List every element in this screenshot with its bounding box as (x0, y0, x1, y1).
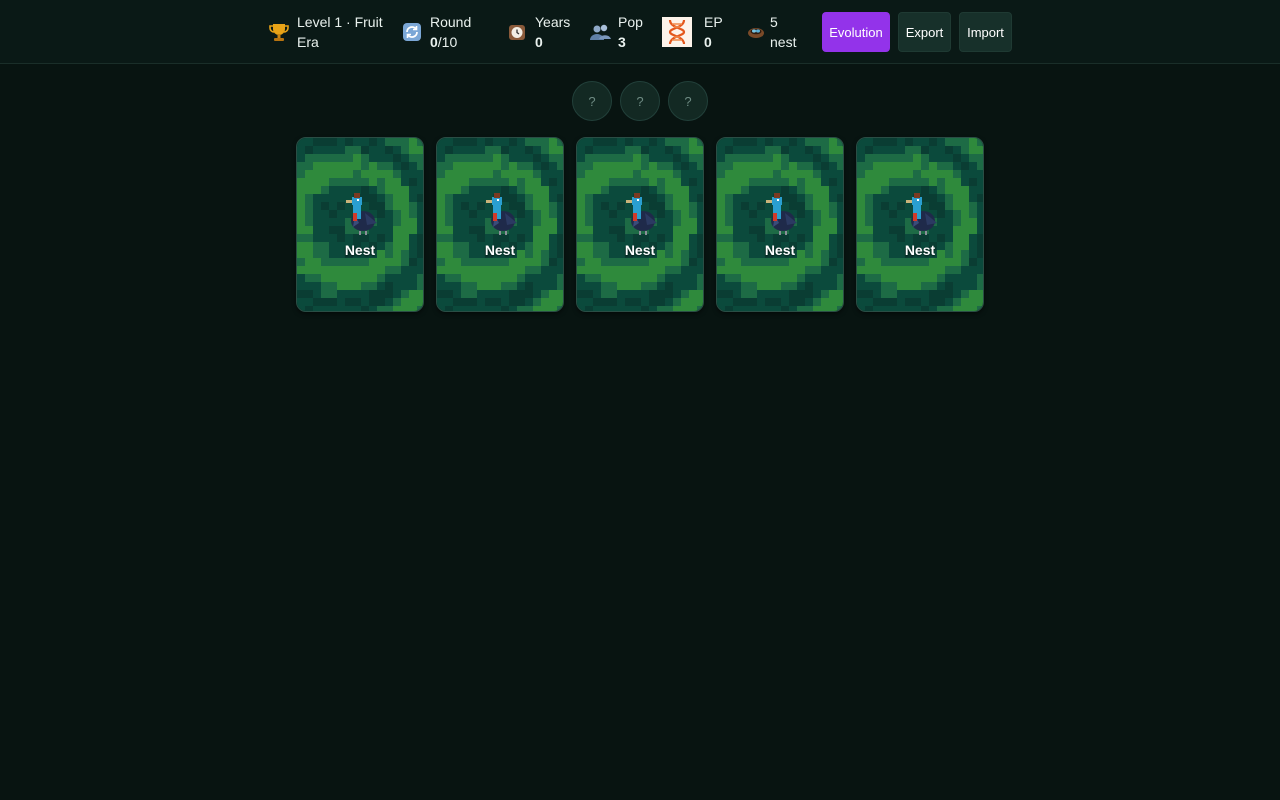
card-label: Nest (764, 242, 796, 258)
nest-count: 5 (770, 14, 778, 30)
ep-stat: EP 0 (662, 12, 723, 52)
card-label: Nest (904, 242, 936, 258)
cycle-icon (400, 12, 424, 52)
trophy-icon (267, 12, 291, 52)
years-value: 0 (535, 34, 543, 50)
nest-card[interactable]: Nest (856, 137, 984, 312)
round-current: 0 (430, 34, 438, 50)
round-label: Round (430, 14, 472, 30)
bird-icon (761, 191, 801, 240)
ep-value: 0 (704, 34, 712, 50)
level-stat: Level 1 · Fruit Era (267, 12, 383, 52)
clock-icon (505, 12, 529, 52)
dna-icon (662, 12, 692, 52)
card-label: Nest (344, 242, 376, 258)
upgrade-slot[interactable]: ? (620, 81, 660, 121)
pop-value: 3 (618, 34, 626, 50)
pop-stat: Pop 3 (588, 12, 643, 52)
nest-stat: 5 nest (747, 12, 796, 52)
card-label: Nest (484, 242, 516, 258)
nest-icon (747, 12, 765, 52)
bird-icon (621, 191, 661, 240)
round-stat: Round 0/10 (400, 12, 471, 52)
years-stat: Years 0 (505, 12, 570, 52)
upgrade-slot[interactable]: ? (668, 81, 708, 121)
pop-label: Pop (618, 14, 643, 30)
nest-card[interactable]: Nest (576, 137, 704, 312)
nest-card[interactable]: Nest (296, 137, 424, 312)
ep-label: EP (704, 14, 723, 30)
upgrade-slot[interactable]: ? (572, 81, 612, 121)
top-bar: Level 1 · Fruit Era Round 0/10 Years 0 P… (0, 0, 1280, 64)
evolution-button[interactable]: Evolution (822, 12, 890, 52)
bird-icon (341, 191, 381, 240)
nest-label: nest (770, 34, 797, 50)
bird-icon (901, 191, 941, 240)
people-icon (588, 12, 612, 52)
level-line1: Level 1 · Fruit (297, 14, 383, 30)
card-label: Nest (624, 242, 656, 258)
import-button[interactable]: Import (959, 12, 1012, 52)
round-total: /10 (437, 34, 458, 50)
export-button[interactable]: Export (898, 12, 951, 52)
years-label: Years (535, 14, 571, 30)
nest-card[interactable]: Nest (716, 137, 844, 312)
bird-icon (481, 191, 521, 240)
nest-card[interactable]: Nest (436, 137, 564, 312)
level-line2: Era (297, 34, 319, 50)
